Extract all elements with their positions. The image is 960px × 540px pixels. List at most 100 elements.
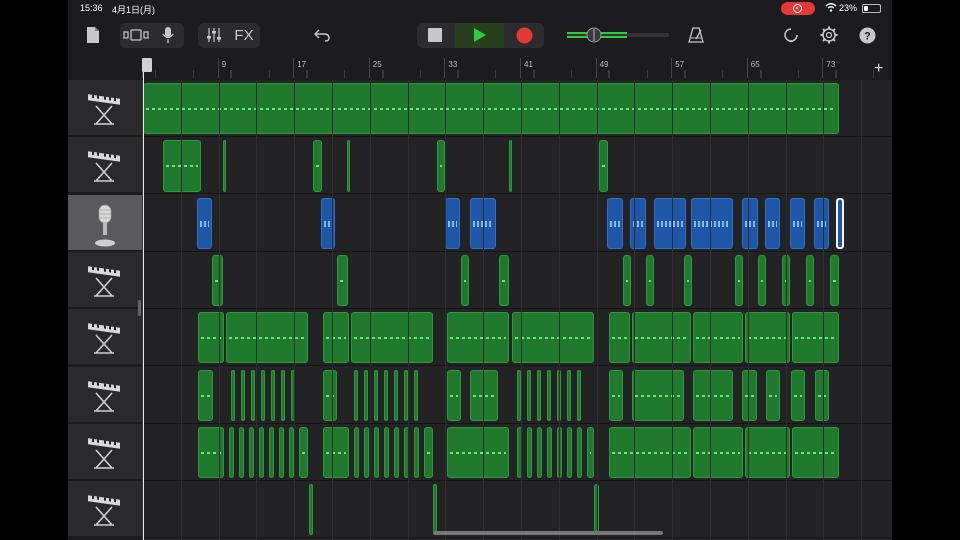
settings-icon[interactable] [818, 24, 840, 46]
audio-region[interactable] [607, 197, 623, 249]
midi-region[interactable] [394, 426, 399, 479]
midi-region[interactable] [632, 369, 684, 421]
track-header-6[interactable] [68, 366, 142, 423]
midi-region[interactable] [414, 426, 419, 479]
midi-region[interactable] [567, 426, 572, 479]
help-icon[interactable]: ? [856, 24, 878, 46]
midi-region[interactable] [745, 426, 790, 479]
midi-region[interactable] [279, 426, 284, 479]
track-header-3[interactable] [68, 194, 142, 251]
midi-region[interactable] [424, 426, 433, 479]
track-lane-5[interactable] [143, 309, 892, 367]
midi-region[interactable] [742, 369, 757, 421]
midi-region[interactable] [547, 369, 551, 421]
track-lane-3[interactable] [143, 195, 892, 252]
midi-region[interactable] [433, 484, 437, 536]
midi-region[interactable] [693, 426, 743, 479]
master-volume-slider[interactable] [565, 25, 671, 45]
track-header-7[interactable] [68, 423, 142, 480]
midi-region[interactable] [323, 312, 349, 364]
audio-region[interactable] [765, 197, 780, 249]
audio-region[interactable] [814, 197, 829, 249]
midi-region[interactable] [229, 426, 234, 479]
midi-region[interactable] [351, 312, 433, 364]
undo-icon[interactable] [312, 26, 332, 44]
midi-region[interactable] [646, 254, 654, 307]
midi-region[interactable] [745, 312, 790, 364]
midi-region[interactable] [567, 369, 571, 421]
midi-region[interactable] [792, 312, 839, 364]
midi-region[interactable] [281, 369, 285, 421]
track-header-5[interactable] [68, 309, 142, 366]
playhead-handle[interactable] [142, 58, 152, 72]
midi-region[interactable] [364, 369, 368, 421]
midi-region[interactable] [249, 426, 254, 479]
midi-region[interactable] [437, 140, 445, 192]
stop-icon[interactable] [425, 26, 445, 44]
tracks-area[interactable] [143, 80, 892, 540]
track-view-icon[interactable] [122, 26, 150, 44]
midi-region[interactable] [537, 426, 542, 479]
mic-icon[interactable] [158, 25, 178, 45]
midi-region[interactable] [693, 369, 733, 421]
midi-region[interactable] [313, 140, 322, 192]
timeline-ruler[interactable]: 191725334149576573 [142, 58, 892, 81]
midi-region[interactable] [512, 312, 594, 364]
midi-region[interactable] [374, 426, 379, 479]
midi-region[interactable] [806, 254, 814, 307]
midi-region[interactable] [337, 254, 348, 307]
midi-region[interactable] [577, 426, 582, 479]
midi-region[interactable] [259, 426, 264, 479]
midi-region[interactable] [791, 369, 805, 421]
midi-region[interactable] [198, 312, 224, 364]
audio-region[interactable] [836, 197, 844, 249]
track-lane-8[interactable] [143, 481, 892, 539]
midi-region[interactable] [374, 369, 378, 421]
midi-region[interactable] [766, 369, 780, 421]
fx-button[interactable]: FX [232, 25, 256, 45]
midi-region[interactable] [499, 254, 509, 307]
record-icon[interactable] [514, 25, 534, 45]
audio-region[interactable] [691, 197, 733, 249]
track-lane-4[interactable] [143, 252, 892, 309]
midi-region[interactable] [226, 312, 308, 364]
midi-region[interactable] [241, 369, 245, 421]
midi-region[interactable] [394, 369, 398, 421]
midi-region[interactable] [198, 426, 224, 479]
midi-region[interactable] [223, 140, 226, 192]
midi-region[interactable] [684, 254, 692, 307]
track-lane-2[interactable] [143, 137, 892, 195]
audio-region[interactable] [654, 197, 686, 249]
screen-recording-indicator[interactable] [781, 2, 815, 15]
midi-region[interactable] [163, 140, 201, 192]
midi-region[interactable] [527, 426, 532, 479]
midi-region[interactable] [323, 426, 349, 479]
midi-region[interactable] [269, 426, 274, 479]
midi-region[interactable] [354, 369, 358, 421]
add-section-button[interactable]: + [874, 60, 883, 78]
audio-region[interactable] [197, 197, 212, 249]
midi-region[interactable] [309, 484, 313, 536]
audio-region[interactable] [790, 197, 805, 249]
midi-region[interactable] [447, 312, 509, 364]
midi-region[interactable] [735, 254, 743, 307]
audio-region[interactable] [445, 197, 460, 249]
midi-region[interactable] [299, 426, 308, 479]
midi-region[interactable] [414, 369, 418, 421]
midi-region[interactable] [609, 426, 691, 479]
midi-region[interactable] [815, 369, 829, 421]
midi-region[interactable] [609, 312, 630, 364]
track-lane-1[interactable] [143, 80, 892, 137]
midi-region[interactable] [758, 254, 766, 307]
midi-region[interactable] [231, 369, 235, 421]
loop-icon[interactable] [781, 25, 801, 45]
midi-region[interactable] [447, 369, 461, 421]
header-resize-handle[interactable] [138, 300, 141, 316]
play-icon[interactable] [470, 25, 490, 45]
midi-region[interactable] [143, 83, 839, 135]
midi-region[interactable] [461, 254, 469, 307]
midi-region[interactable] [271, 369, 275, 421]
midi-region[interactable] [364, 426, 369, 479]
track-lane-7[interactable] [143, 424, 892, 481]
midi-region[interactable] [384, 426, 389, 479]
